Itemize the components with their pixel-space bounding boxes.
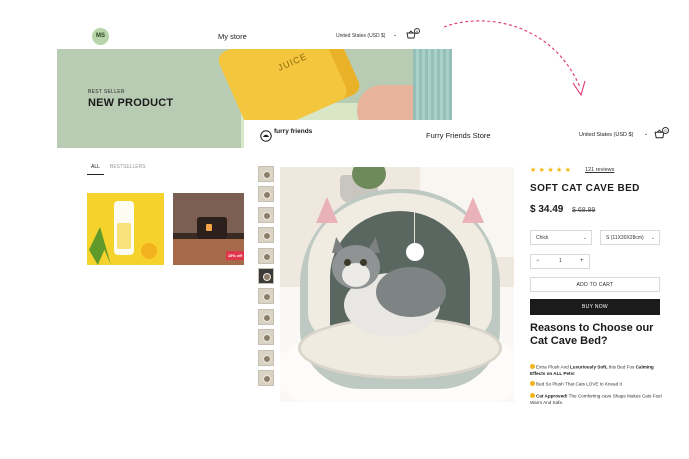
lemon-image <box>141 243 157 259</box>
lamp-glow-image <box>206 224 212 231</box>
tab-all[interactable]: ALL <box>91 164 100 170</box>
quantity-stepper: − 1 + <box>530 254 590 269</box>
chevron-down-icon[interactable]: ⌄ <box>644 131 648 137</box>
product-price: $ 34.49 <box>530 204 564 215</box>
active-tab-underline <box>87 174 104 175</box>
chevron-down-icon: ⌄ <box>650 235 655 241</box>
currency-selector[interactable]: United States (USD $) <box>579 132 633 138</box>
back-store-title: My store <box>218 32 247 41</box>
gallery-thumbnail[interactable] <box>258 227 274 244</box>
main-product-image[interactable] <box>280 167 514 402</box>
store-title: Furry Friends Store <box>426 131 491 140</box>
color-select[interactable]: Chick ⌄ <box>530 230 592 245</box>
gallery-thumbnail[interactable] <box>258 206 274 223</box>
product-card-lamp[interactable]: 15% off <box>173 193 244 265</box>
size-select[interactable]: S (11X30X28cm) ⌄ <box>600 230 660 245</box>
star-rating-icon: ★★★★★ <box>530 167 574 174</box>
size-select-value: S (11X30X28cm) <box>606 235 644 241</box>
quantity-decrease-button[interactable]: − <box>536 258 540 264</box>
product-title: SOFT CAT CAVE BED <box>530 183 640 194</box>
furry-friends-store-page: furry friends Furry Friends Store United… <box>244 120 689 459</box>
reason-item: Bed So Plush That Cats LOVE to Knead It <box>530 381 670 388</box>
gallery-thumbnail-rail <box>258 166 276 390</box>
gallery-thumbnail[interactable] <box>258 288 274 305</box>
gallery-thumbnail[interactable] <box>258 186 274 203</box>
flame-lamp-image <box>197 217 227 239</box>
bullet-icon <box>530 381 535 386</box>
hero-subtitle: BEST SELLER <box>88 89 125 95</box>
gallery-thumbnail[interactable] <box>258 267 274 284</box>
reviews-link[interactable]: 121 reviews <box>585 167 614 173</box>
paw-logo-icon <box>260 130 272 142</box>
chevron-down-icon[interactable]: ⌄ <box>393 32 397 38</box>
bullet-icon <box>530 364 535 369</box>
gallery-thumbnail[interactable] <box>258 369 274 386</box>
gallery-thumbnail[interactable] <box>258 166 274 182</box>
reasons-heading: Reasons to Choose our Cat Cave Bed? <box>530 322 654 347</box>
product-card-juicer[interactable] <box>87 193 164 265</box>
transition-arrow-icon <box>443 20 586 97</box>
store-logo-text[interactable]: furry friends <box>274 128 314 136</box>
back-store-header: MS My store United States (USD $) ⌄ 0 <box>80 24 430 48</box>
gallery-thumbnail[interactable] <box>258 308 274 325</box>
chevron-down-icon: ⌄ <box>582 235 587 241</box>
reason-item: Cat Approved! The Comforting cave Shape … <box>530 393 662 405</box>
add-to-cart-button[interactable]: ADD TO CART <box>530 277 660 292</box>
color-select-value: Chick <box>536 235 549 241</box>
compare-at-price: $ 68.99 <box>572 207 596 214</box>
gallery-thumbnail[interactable] <box>258 349 274 366</box>
sale-badge: 15% off <box>226 251 244 260</box>
bullet-icon <box>530 393 535 398</box>
cart-count-badge: 0 <box>414 28 420 34</box>
avatar[interactable]: MS <box>92 28 109 45</box>
reason-item: Extra Plush And Luxuriously Soft, this B… <box>530 364 654 376</box>
back-currency-selector[interactable]: United States (USD $) <box>336 33 385 39</box>
pom-pom-ball-image <box>406 243 424 261</box>
juicer-fill-image <box>117 223 131 249</box>
quantity-value[interactable]: 1 <box>559 258 562 264</box>
gallery-thumbnail[interactable] <box>258 329 274 346</box>
kitten-back-image <box>376 267 446 317</box>
buy-now-button[interactable]: BUY NOW <box>530 299 660 315</box>
quantity-increase-button[interactable]: + <box>580 258 584 264</box>
pineapple-leaf-image <box>89 227 111 265</box>
hero-title: NEW PRODUCT <box>88 97 174 109</box>
gallery-thumbnail[interactable] <box>258 247 274 264</box>
cart-count-badge: 0 <box>662 127 669 134</box>
tab-bestsellers[interactable]: BESTSELLERS <box>110 164 146 170</box>
